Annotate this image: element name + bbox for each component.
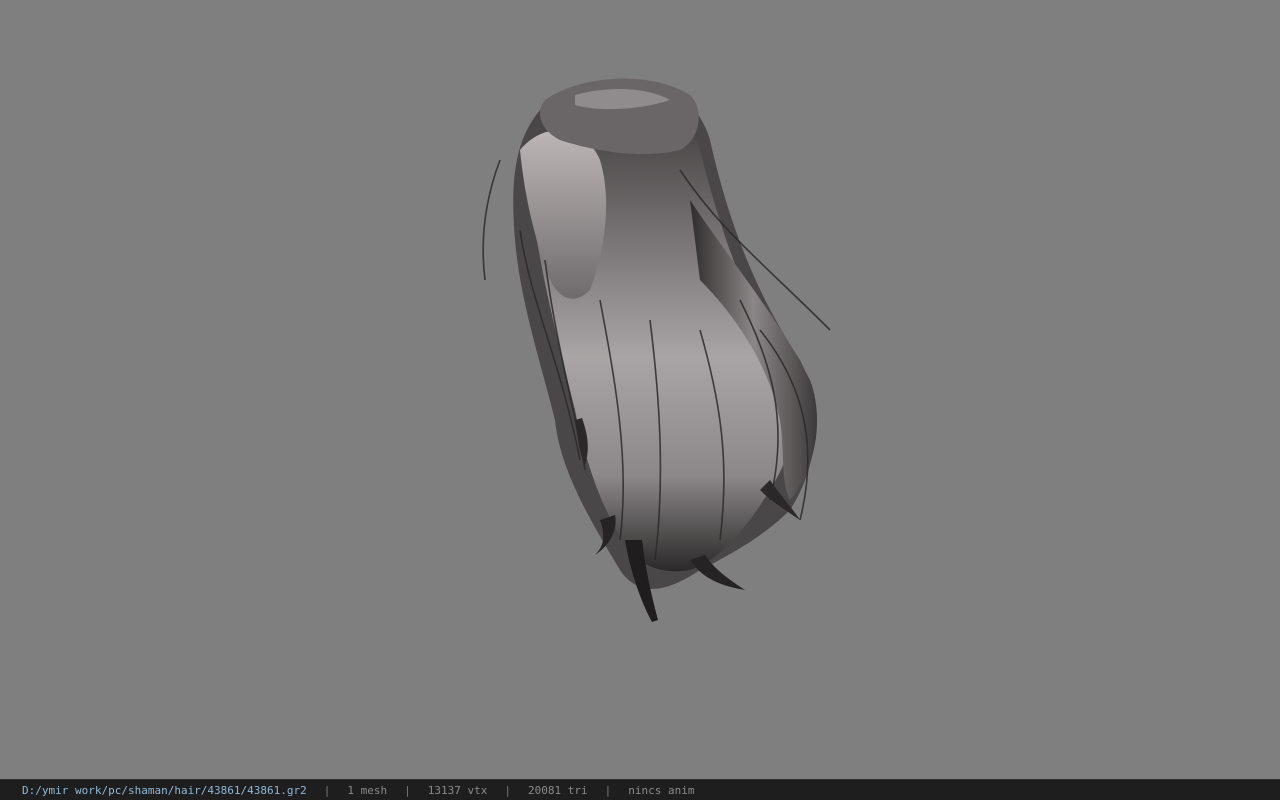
hair-model-render[interactable] — [0, 0, 1280, 779]
animation-status-label: nincs anim — [628, 783, 695, 797]
status-separator: | — [404, 783, 411, 797]
status-separator: | — [604, 783, 612, 797]
status-separator: | — [323, 783, 331, 797]
triangle-count-label: 20081 tri — [528, 783, 588, 797]
file-path-label: D:/ymir work/pc/shaman/hair/43861/43861.… — [22, 783, 307, 797]
mesh-count-label: 1 mesh — [347, 783, 388, 797]
vertex-count-label: 13137 vtx — [427, 783, 488, 797]
3d-viewport[interactable] — [0, 0, 1280, 779]
status-bar: D:/ymir work/pc/shaman/hair/43861/43861.… — [0, 779, 1280, 800]
status-separator: | — [504, 783, 512, 797]
